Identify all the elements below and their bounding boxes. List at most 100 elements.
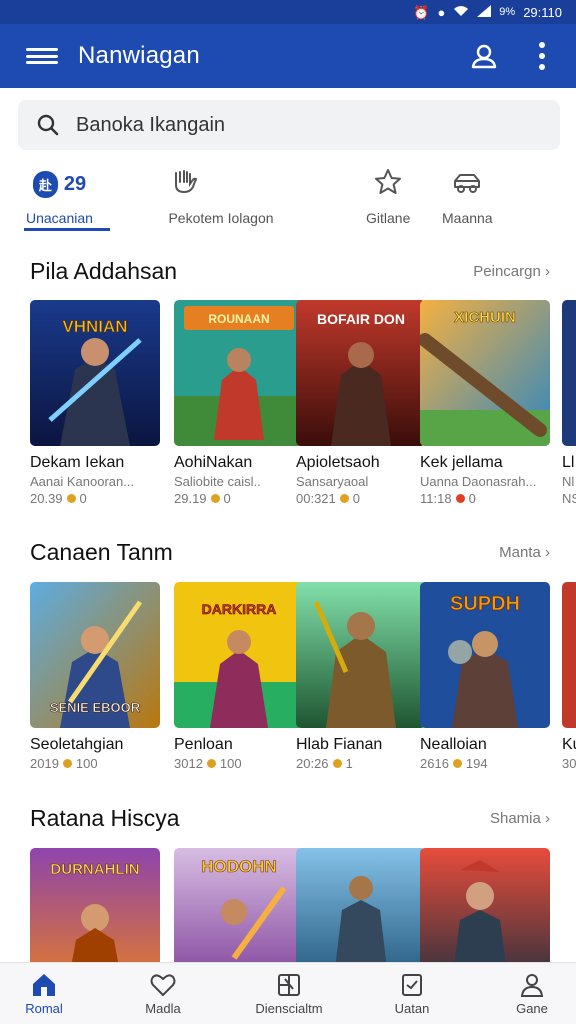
section-header: Canaen Tanm Manta › (30, 537, 550, 567)
game-time: 29.19 (174, 491, 207, 506)
game-card[interactable]: DURNAHLIN (30, 848, 160, 962)
game-title: Penloan (174, 736, 233, 753)
section-header: Ratana Hiscya Shamia › (30, 803, 550, 833)
section-title: Canaen Tanm (30, 538, 173, 565)
tab-label: Maanna (442, 210, 493, 226)
game-card[interactable]: DARKIRRA Penloan 3012 100 (174, 582, 304, 771)
tab-label: Unacanian (26, 210, 93, 226)
nav-home[interactable]: Romal (0, 971, 94, 1016)
game-time: 20:26 (296, 756, 329, 771)
game-thumbnail: HODOHN (174, 848, 304, 962)
tab-category-4[interactable]: Maanna (442, 166, 493, 232)
more-options-icon[interactable] (538, 42, 546, 70)
coin-icon (339, 494, 349, 503)
game-card[interactable] (296, 848, 426, 962)
game-card[interactable]: ROUNAAN AohiNakan Saliobite caisl.. 29.1… (174, 300, 304, 506)
game-card[interactable]: Ku 30 (562, 582, 576, 771)
alarm-icon: ⏰ (413, 4, 430, 20)
game-card[interactable]: Hlab Fianan 20:26 1 (296, 582, 426, 771)
game-card[interactable]: XICHUIN Kek jellama Uanna Daonasrah... 1… (420, 300, 550, 506)
game-card[interactable] (420, 848, 550, 962)
game-time: NS (562, 491, 576, 506)
see-more-link[interactable]: Peincargn › (473, 263, 550, 280)
tab-category-3[interactable]: Gitlane (366, 166, 410, 232)
game-time: 20.39 (30, 491, 63, 506)
game-row: DURNAHLIN HODOHN (30, 848, 576, 962)
game-row: VHNIAN Dekam Iekan Aanai Kanooran... 20.… (30, 300, 576, 520)
nav-profile[interactable]: Gane (482, 971, 576, 1016)
nav-label: Romal (25, 1001, 63, 1016)
game-thumbnail: SENIE EBOOR (30, 582, 160, 728)
active-tab-indicator (24, 228, 110, 231)
game-title: Seoletahgian (30, 736, 124, 753)
game-card[interactable]: BOFAIR DON Apioletsaoh Sansaryaoal 00:32… (296, 300, 426, 506)
nav-favorites[interactable]: Madla (113, 971, 213, 1016)
svg-text:SENIE EBOOR: SENIE EBOOR (50, 700, 141, 715)
coin-icon (206, 759, 216, 768)
svg-text:DARKIRRA: DARKIRRA (202, 601, 277, 617)
game-title: Ll (562, 454, 575, 471)
nav-label: Dienscialtm (255, 1001, 323, 1016)
puzzle-icon (275, 971, 303, 999)
tab-category-1[interactable]: 赴 29 Unacanian (26, 166, 93, 232)
svg-text:XICHUIN: XICHUIN (454, 309, 516, 326)
game-count: 0 (468, 491, 476, 506)
account-icon[interactable] (470, 42, 498, 70)
game-count: 1 (345, 756, 353, 771)
search-input[interactable]: Banoka Ikangain (76, 114, 225, 137)
heart-icon (149, 971, 177, 999)
see-more-link[interactable]: Manta › (499, 544, 550, 561)
game-count: 194 (465, 756, 488, 771)
game-title: Hlab Fianan (296, 736, 383, 753)
wifi-icon (453, 5, 469, 19)
clock: 29:110 (523, 4, 562, 20)
game-time: 00:321 (296, 491, 336, 506)
tab-category-2[interactable]: Pekotem Iolagon (166, 166, 276, 232)
game-subtitle: Saliobite caisl.. (174, 474, 261, 489)
svg-text:SUPDH: SUPDH (450, 593, 520, 615)
home-icon (30, 971, 58, 999)
game-time: 2019 (30, 756, 59, 771)
search-bar[interactable]: Banoka Ikangain (18, 100, 560, 150)
tablet-icon (398, 971, 426, 999)
game-count: 0 (223, 491, 231, 506)
tab-label: Gitlane (366, 210, 411, 226)
game-card[interactable]: HODOHN (174, 848, 304, 962)
game-thumbnail: ROUNAAN (174, 300, 304, 446)
game-time: 3012 (174, 756, 203, 771)
game-thumbnail: BOFAIR DON (296, 300, 426, 446)
game-subtitle: Sansaryaoal (296, 474, 369, 489)
coin-icon (452, 759, 462, 768)
game-time: 2616 (420, 756, 449, 771)
person-icon (518, 971, 546, 999)
menu-icon[interactable] (26, 45, 58, 67)
game-card[interactable]: SENIE EBOOR Seoletahgian 2019 100 (30, 582, 160, 771)
game-title: Ku (562, 736, 576, 753)
game-thumbnail: DARKIRRA (174, 582, 304, 728)
status-bar: ⏰ ● 9% 29:110 (0, 0, 576, 24)
game-card[interactable]: Ll Nl NS (562, 300, 576, 506)
game-card[interactable]: VHNIAN Dekam Iekan Aanai Kanooran... 20.… (30, 300, 160, 506)
game-row: SENIE EBOOR Seoletahgian 2019 100 DARKIRR… (30, 582, 576, 782)
svg-text:ROUNAAN: ROUNAAN (208, 312, 269, 326)
game-title: Apioletsaoh (296, 454, 380, 471)
game-title: Dekam Iekan (30, 454, 125, 471)
nav-library[interactable]: Uatan (362, 971, 462, 1016)
svg-text:DURNAHLIN: DURNAHLIN (50, 861, 139, 878)
category-badge: 赴 (32, 170, 58, 198)
category-count: 29 (63, 172, 87, 195)
game-thumbnail: SUPDH (420, 582, 550, 728)
game-title: Kek jellama (420, 454, 503, 471)
game-thumbnail (562, 300, 576, 446)
game-count: 0 (352, 491, 360, 506)
nav-discover[interactable]: Dienscialtm (239, 971, 339, 1016)
section-title: Pila Addahsan (30, 257, 178, 284)
game-thumbnail: XICHUIN (420, 300, 550, 446)
game-thumbnail: VHNIAN (30, 300, 160, 446)
svg-text:HODOHN: HODOHN (201, 857, 277, 876)
game-card[interactable]: SUPDH Nealloian 2616 194 (420, 582, 550, 771)
coin-icon (332, 759, 342, 768)
coin-icon (210, 494, 220, 503)
category-tabs: 赴 29 Unacanian Pekotem Iolagon Gitlane M… (0, 166, 576, 236)
see-more-link[interactable]: Shamia › (490, 810, 550, 827)
